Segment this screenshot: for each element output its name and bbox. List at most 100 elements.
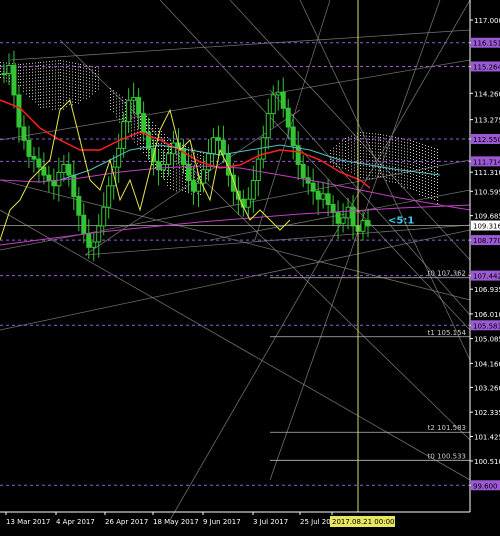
cloud-dot bbox=[95, 82, 96, 83]
cloud-dot bbox=[437, 161, 438, 162]
cloud-dot bbox=[95, 88, 96, 89]
price-tick-label: 105.085 bbox=[474, 336, 500, 344]
cloud-dot bbox=[40, 74, 41, 75]
cloud-dot bbox=[434, 166, 435, 167]
cloud-dot bbox=[23, 72, 24, 74]
cloud-dot bbox=[40, 80, 41, 81]
cloud-dot bbox=[342, 164, 343, 166]
cloud-dot bbox=[407, 181, 408, 183]
cloud-dot bbox=[131, 127, 132, 129]
cloud-dot bbox=[52, 105, 53, 107]
cloud-dot bbox=[161, 137, 162, 138]
cloud-dot bbox=[182, 168, 183, 170]
cloud-dot bbox=[29, 66, 30, 68]
cloud-dot bbox=[431, 177, 432, 178]
cloud-dot bbox=[125, 120, 126, 121]
candle-body bbox=[116, 147, 122, 168]
cloud-dot bbox=[348, 169, 349, 171]
cloud-dot bbox=[60, 105, 61, 106]
cloud-dot bbox=[86, 92, 87, 94]
cloud-dot bbox=[351, 153, 352, 155]
cloud-dot bbox=[20, 76, 21, 77]
candle-body bbox=[6, 64, 12, 75]
cloud-dot bbox=[49, 61, 50, 63]
cloud-dot bbox=[125, 105, 126, 106]
cloud-dot bbox=[380, 140, 381, 141]
cloud-dot bbox=[345, 159, 346, 160]
cloud-dot bbox=[200, 194, 201, 195]
cloud-dot bbox=[63, 93, 64, 95]
cloud-dot bbox=[431, 186, 432, 187]
cloud-dot bbox=[38, 98, 39, 100]
cloud-dot bbox=[434, 190, 435, 191]
cloud-dot bbox=[372, 142, 373, 144]
cloud-dot bbox=[49, 103, 50, 105]
cloud-dot bbox=[419, 173, 420, 174]
cloud-dot bbox=[401, 162, 402, 164]
cloud-dot bbox=[360, 159, 361, 160]
cloud-dot bbox=[191, 172, 192, 174]
cloud-dot bbox=[58, 75, 59, 77]
cloud-dot bbox=[137, 125, 138, 127]
chart-canvas[interactable]: t0 107.362 t1 105.154 t2 101.583 t0 100.533… bbox=[0, 0, 500, 532]
candle-body bbox=[365, 220, 371, 227]
cloud-dot bbox=[336, 166, 337, 168]
cloud-dot bbox=[29, 75, 30, 77]
cloud-dot bbox=[170, 185, 171, 186]
cloud-dot bbox=[43, 82, 44, 84]
cloud-dot bbox=[404, 171, 405, 173]
cloud-dot bbox=[339, 166, 340, 168]
candle-body bbox=[141, 113, 147, 133]
cloud-dot bbox=[55, 78, 56, 80]
cloud-dot bbox=[185, 182, 186, 183]
cloud-dot bbox=[392, 178, 393, 180]
cloud-dot bbox=[179, 161, 180, 163]
cloud-dot bbox=[170, 188, 171, 189]
cloud-dot bbox=[401, 147, 402, 149]
cloud-dot bbox=[389, 168, 390, 170]
time-tick-label: 3 Jul 2017 bbox=[253, 518, 288, 526]
candle-body bbox=[41, 166, 47, 176]
cloud-dot bbox=[155, 128, 156, 129]
cloud-dot bbox=[188, 147, 189, 149]
cloud-dot bbox=[35, 68, 36, 70]
cloud-dot bbox=[23, 81, 24, 83]
target-level-label: t1 105.154 bbox=[428, 329, 467, 337]
cloud-dot bbox=[38, 68, 39, 70]
cloud-dot bbox=[422, 168, 423, 169]
cloud-dot bbox=[78, 93, 79, 95]
cloud-dot bbox=[360, 153, 361, 154]
cloud-dot bbox=[378, 148, 379, 150]
cloud-dot bbox=[369, 159, 370, 161]
cloud-dot bbox=[66, 82, 67, 84]
cloud-dot bbox=[86, 98, 87, 100]
candle-body bbox=[320, 193, 326, 200]
cloud-dot bbox=[78, 78, 79, 80]
cloud-dot bbox=[404, 141, 405, 143]
cloud-dot bbox=[378, 175, 379, 177]
price-chart[interactable]: t0 107.362 t1 105.154 t2 101.583 t0 100.533… bbox=[0, 0, 500, 532]
cloud-dot bbox=[336, 157, 337, 159]
cloud-dot bbox=[137, 140, 138, 142]
cloud-dot bbox=[410, 182, 411, 183]
cloud-dot bbox=[434, 151, 435, 152]
cloud-dot bbox=[191, 175, 192, 177]
price-tick-label: 100.510 bbox=[474, 458, 500, 466]
cloud-dot bbox=[369, 165, 370, 167]
cloud-dot bbox=[80, 79, 81, 80]
cloud-dot bbox=[161, 155, 162, 156]
cloud-dot bbox=[428, 197, 429, 198]
cloud-dot bbox=[398, 158, 399, 160]
cloud-dot bbox=[98, 85, 99, 87]
cloud-dot bbox=[75, 99, 76, 100]
cloud-dot bbox=[89, 74, 90, 76]
cloud-dot bbox=[119, 100, 120, 102]
cloud-dot bbox=[416, 166, 417, 167]
cloud-dot bbox=[58, 93, 59, 95]
cloud-dot bbox=[437, 203, 438, 204]
cloud-dot bbox=[389, 171, 390, 173]
cloud-dot bbox=[404, 165, 405, 167]
cloud-dot bbox=[333, 150, 334, 152]
candle-body bbox=[11, 64, 17, 96]
cloud-dot bbox=[383, 137, 384, 139]
